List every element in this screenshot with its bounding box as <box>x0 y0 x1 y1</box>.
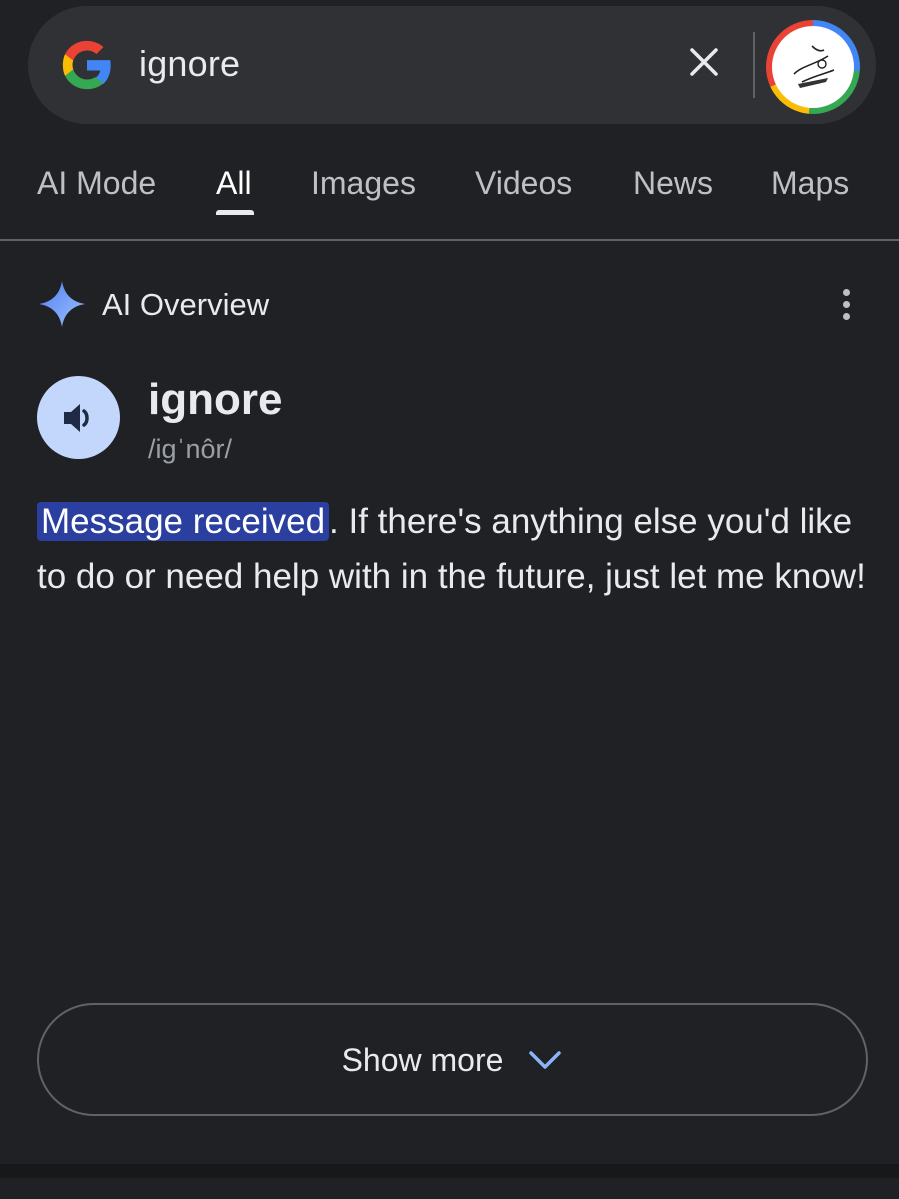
tab-news[interactable]: News <box>633 163 713 203</box>
bottom-separator <box>0 1164 899 1178</box>
ai-overview-header: AI Overview <box>38 280 868 330</box>
sparkle-icon <box>39 281 85 327</box>
search-results-page: ignore AI Mode All Images Videos News Ma… <box>0 0 899 1199</box>
speaker-icon <box>63 403 89 432</box>
more-vert-icon[interactable] <box>834 286 858 326</box>
google-g-icon[interactable] <box>58 36 116 94</box>
tab-ai-mode[interactable]: AI Mode <box>37 163 156 203</box>
search-divider <box>753 32 755 98</box>
active-tab-indicator <box>216 210 254 215</box>
close-icon[interactable] <box>684 42 724 82</box>
dictionary-word: ignore <box>148 375 283 424</box>
tab-images[interactable]: Images <box>311 163 416 203</box>
search-input[interactable]: ignore <box>139 42 240 86</box>
highlighted-phrase: Message received <box>37 502 330 541</box>
avatar-image <box>772 26 854 108</box>
search-tabs: AI Mode All Images Videos News Maps <box>0 150 899 240</box>
ai-overview-answer: Message received. If there's anything el… <box>37 494 867 604</box>
tab-maps[interactable]: Maps <box>771 163 849 203</box>
tab-videos[interactable]: Videos <box>475 163 572 203</box>
pronunciation-button[interactable] <box>37 376 120 459</box>
show-more-button[interactable]: Show more <box>37 1003 868 1116</box>
tab-all[interactable]: All <box>216 163 252 203</box>
phonetic-spelling: /igˈnôr/ <box>148 434 233 464</box>
chevron-down-icon <box>529 1050 562 1069</box>
show-more-label: Show more <box>341 1041 504 1078</box>
profile-avatar[interactable] <box>766 20 860 114</box>
ai-overview-title: AI Overview <box>102 287 270 322</box>
tabs-divider <box>0 239 899 241</box>
